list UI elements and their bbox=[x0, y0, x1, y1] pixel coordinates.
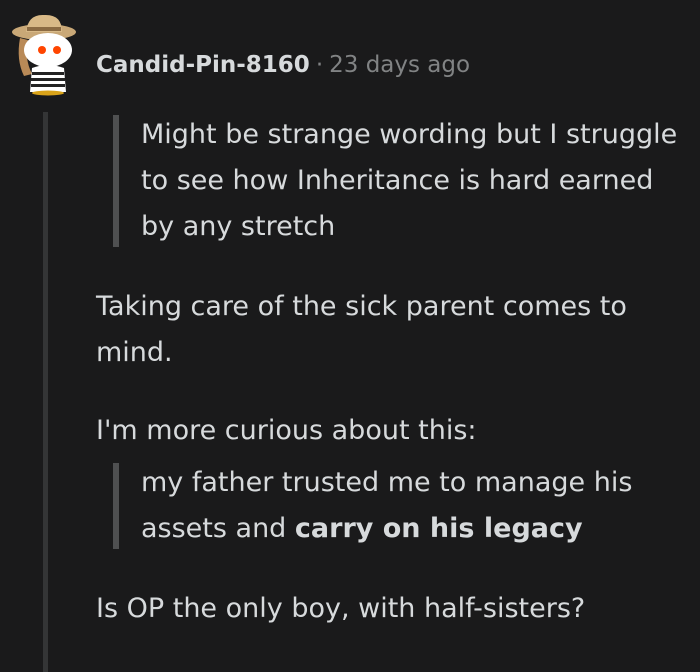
user-avatar[interactable] bbox=[10, 12, 82, 96]
comment-paragraph: I'm more curious about this: bbox=[96, 415, 477, 446]
quote-text: my father trusted me to manage his asset… bbox=[141, 460, 686, 552]
quote-bar bbox=[113, 115, 119, 247]
timestamp-link[interactable]: 23 days ago bbox=[329, 52, 470, 78]
username-link[interactable]: Candid-Pin-8160 bbox=[96, 52, 310, 78]
header-separator: · bbox=[315, 52, 324, 78]
snoo-avatar-icon bbox=[12, 14, 76, 96]
thread-collapse-line[interactable] bbox=[43, 112, 48, 672]
quote-text-bold: carry on his legacy bbox=[294, 513, 583, 544]
quote-bar bbox=[113, 463, 119, 549]
blockquote: my father trusted me to manage his asset… bbox=[113, 460, 686, 552]
comment-body: Might be strange wording but I struggle … bbox=[96, 112, 686, 632]
quote-text: Might be strange wording but I struggle … bbox=[141, 119, 678, 242]
blockquote: Might be strange wording but I struggle … bbox=[113, 112, 686, 250]
comment: Candid-Pin-8160 · 23 days ago Might be str… bbox=[0, 0, 700, 672]
comment-paragraph: Taking care of the sick parent comes to … bbox=[96, 291, 627, 368]
comment-paragraph: Is OP the only boy, with half-sisters? bbox=[96, 593, 586, 624]
comment-header: Candid-Pin-8160 · 23 days ago bbox=[96, 50, 470, 80]
